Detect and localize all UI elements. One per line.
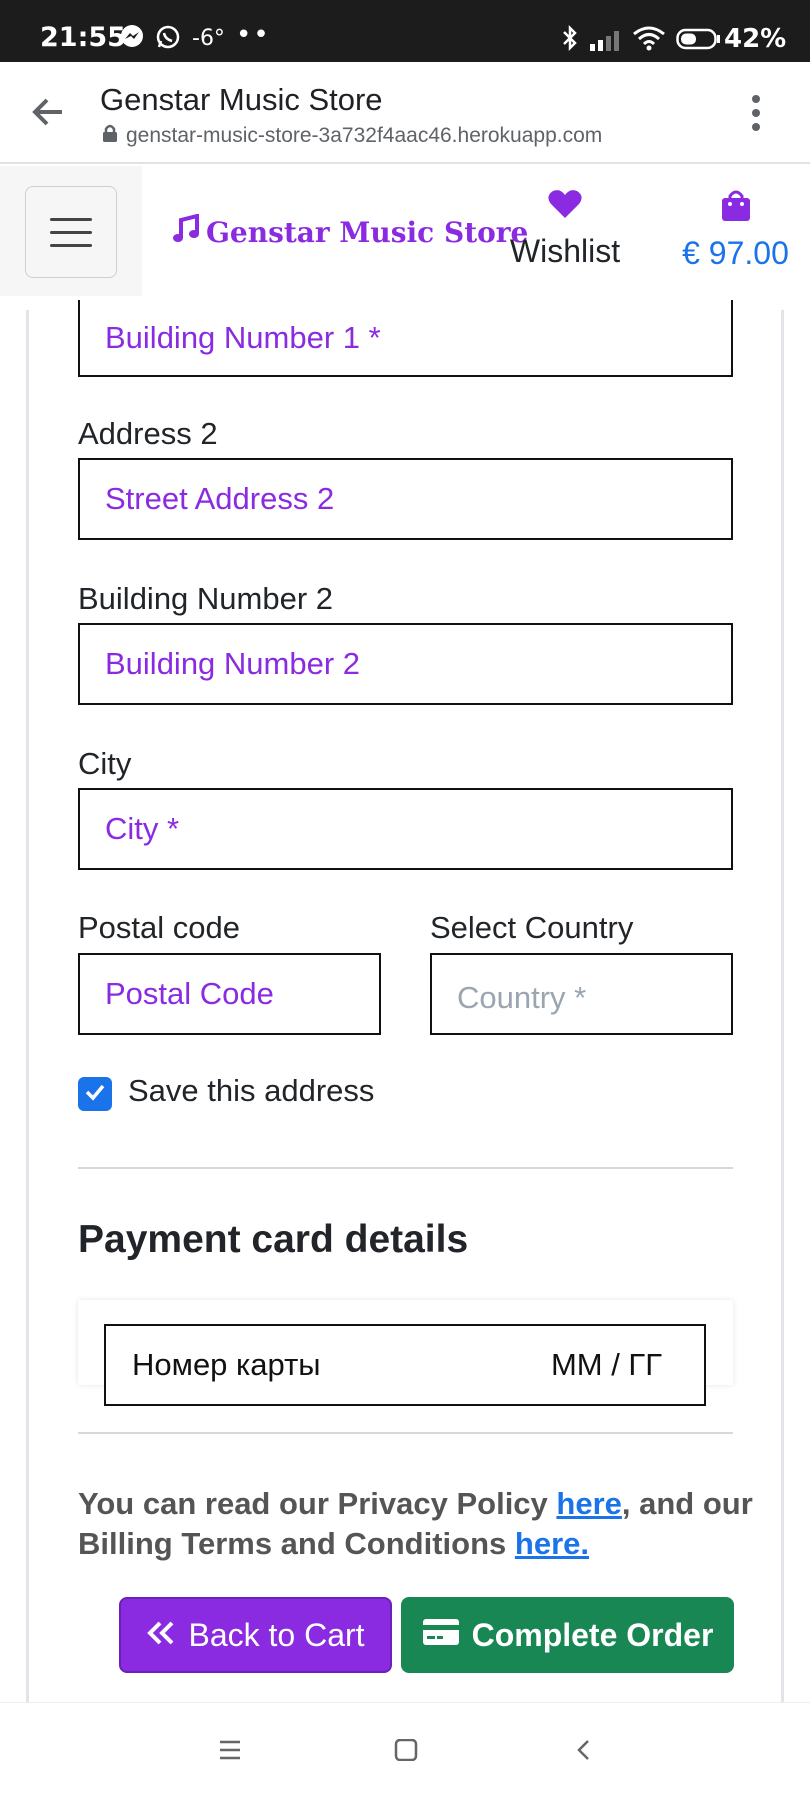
privacy-policy-link[interactable]: here	[556, 1486, 621, 1521]
wifi-icon	[632, 24, 666, 56]
lock-icon	[102, 123, 118, 149]
music-note-icon	[172, 213, 200, 251]
card-number-placeholder[interactable]: Номер карты	[132, 1347, 321, 1383]
home-icon[interactable]	[394, 1738, 418, 1766]
navbar-toggler-button[interactable]	[25, 186, 117, 278]
cart-total: € 97.00	[682, 235, 789, 271]
select-country-label: Select Country	[430, 910, 634, 945]
credit-card-icon	[422, 1617, 460, 1654]
status-bar: 21:55 -6° •• 42%	[0, 0, 810, 62]
battery-icon	[676, 28, 722, 54]
status-time: 21:55	[40, 22, 126, 53]
site-navbar: Genstar Music Store Wishlist € 97.00	[0, 166, 810, 310]
double-chevron-left-icon	[146, 1617, 176, 1654]
building-number-2-input[interactable]: Building Number 2	[78, 623, 733, 705]
divider	[78, 1167, 733, 1169]
status-temperature: -6°	[192, 26, 225, 51]
building-number-2-label: Building Number 2	[78, 581, 334, 616]
browser-toolbar: Genstar Music Store genstar-music-store-…	[0, 62, 810, 164]
system-back-icon[interactable]	[574, 1739, 592, 1766]
address-2-label: Address 2	[78, 416, 218, 451]
complete-order-label: Complete Order	[471, 1616, 714, 1653]
building-number-1-input[interactable]: Building Number 1 *	[78, 300, 733, 377]
cart-link[interactable]: € 97.00	[673, 188, 798, 272]
card-element[interactable]: Номер карты ММ / ГГ	[104, 1324, 706, 1406]
wishlist-link[interactable]: Wishlist	[505, 188, 625, 270]
billing-terms-link[interactable]: here.	[515, 1526, 589, 1561]
back-arrow-icon[interactable]	[30, 94, 66, 135]
save-address-label: Save this address	[128, 1073, 375, 1108]
hamburger-line	[50, 243, 92, 247]
brand-logo-link[interactable]: Genstar Music Store	[172, 213, 529, 251]
address-2-input[interactable]: Street Address 2	[78, 458, 733, 540]
browser-page-title: Genstar Music Store	[100, 82, 383, 117]
city-input[interactable]: City *	[78, 788, 733, 870]
system-navigation-bar	[0, 1702, 810, 1800]
heart-icon	[547, 190, 583, 224]
country-select[interactable]: Country *	[430, 953, 733, 1035]
checkmark-icon	[84, 1083, 106, 1106]
brand-name: Genstar Music Store	[206, 216, 529, 249]
card-expiry-placeholder[interactable]: ММ / ГГ	[551, 1347, 662, 1383]
policy-text-part-1: You can read our Privacy Policy	[78, 1486, 557, 1521]
shopping-bag-icon	[720, 190, 752, 226]
battery-percent: 42%	[724, 24, 787, 54]
recent-apps-icon[interactable]	[218, 1739, 242, 1766]
complete-order-button[interactable]: Complete Order	[401, 1597, 734, 1673]
url-bar[interactable]: genstar-music-store-3a732f4aac46.herokua…	[102, 123, 602, 149]
save-address-checkbox[interactable]	[78, 1077, 112, 1111]
city-label: City	[78, 746, 132, 781]
wishlist-label: Wishlist	[509, 233, 621, 269]
policy-text: You can read our Privacy Policy here, an…	[78, 1484, 758, 1564]
postal-code-input[interactable]: Postal Code	[78, 953, 381, 1035]
overflow-menu-icon[interactable]	[744, 92, 768, 139]
whatsapp-icon	[155, 24, 181, 54]
signal-icon	[588, 28, 624, 56]
postal-code-label: Postal code	[78, 910, 240, 945]
hamburger-line	[50, 217, 92, 221]
payment-section-title: Payment card details	[78, 1218, 469, 1261]
back-to-cart-button[interactable]: Back to Cart	[119, 1597, 392, 1673]
status-more-dots: ••	[236, 20, 271, 50]
back-to-cart-label: Back to Cart	[188, 1616, 365, 1653]
divider	[78, 1432, 733, 1434]
messenger-icon	[120, 24, 144, 52]
url-text: genstar-music-store-3a732f4aac46.herokua…	[126, 124, 603, 147]
bluetooth-icon	[560, 24, 580, 56]
hamburger-line	[50, 230, 92, 234]
